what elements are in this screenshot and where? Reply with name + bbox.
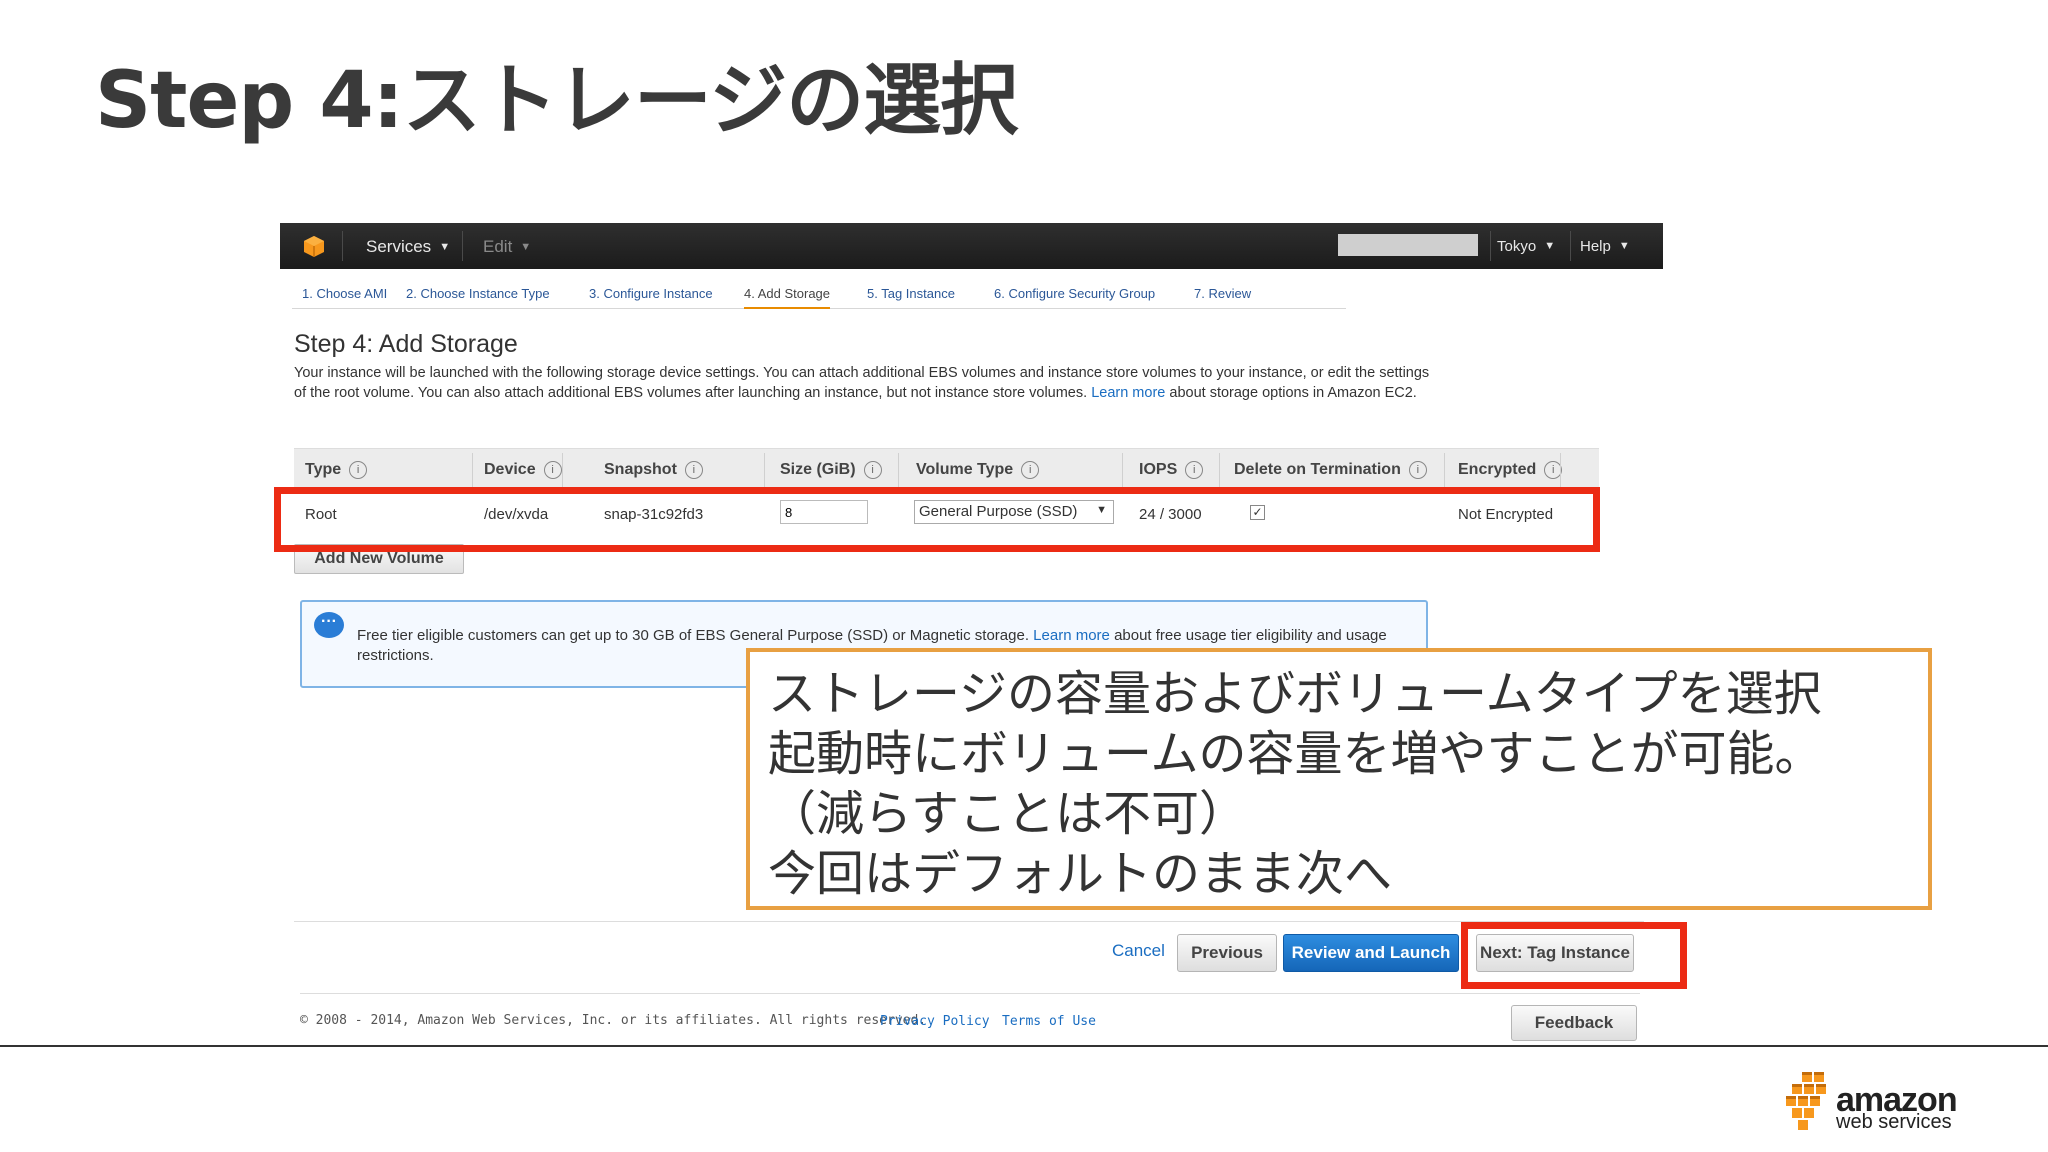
next-button-highlight-box bbox=[1461, 922, 1687, 989]
header-iops: IOPS i bbox=[1139, 461, 1204, 479]
info-icon[interactable]: i bbox=[1185, 461, 1204, 479]
tab-choose-instance-type[interactable]: 2. Choose Instance Type bbox=[406, 286, 550, 301]
header-label: Encrypted bbox=[1458, 461, 1537, 478]
column-divider bbox=[1560, 453, 1561, 487]
tab-tag-instance[interactable]: 5. Tag Instance bbox=[867, 286, 955, 301]
header-label: Type bbox=[305, 461, 342, 478]
help-label: Help bbox=[1580, 238, 1611, 255]
services-menu[interactable]: Services ▼ bbox=[366, 237, 450, 257]
chevron-down-icon: ▼ bbox=[1618, 240, 1630, 252]
nav-divider bbox=[1570, 231, 1571, 261]
header-label: Volume Type bbox=[916, 461, 1014, 478]
divider bbox=[294, 921, 1644, 922]
header-label: IOPS bbox=[1139, 461, 1178, 478]
terms-of-use-link[interactable]: Terms of Use bbox=[1002, 1014, 1096, 1029]
header-label: Device bbox=[484, 461, 536, 478]
row-highlight-box bbox=[274, 487, 1600, 552]
learn-more-link[interactable]: Learn more bbox=[1091, 385, 1165, 401]
region-label: Tokyo bbox=[1497, 238, 1537, 255]
intro-paragraph: Your instance will be launched with the … bbox=[294, 363, 1434, 403]
review-and-launch-button[interactable]: Review and Launch bbox=[1283, 934, 1459, 972]
column-divider bbox=[1444, 453, 1445, 487]
aws-logo: amazon web services bbox=[1786, 1068, 1966, 1132]
header-encrypted: Encrypted i bbox=[1458, 461, 1563, 479]
chevron-down-icon: ▼ bbox=[439, 241, 451, 253]
privacy-policy-link[interactable]: Privacy Policy bbox=[880, 1014, 990, 1029]
previous-button[interactable]: Previous bbox=[1177, 934, 1277, 972]
notice-learn-more-link[interactable]: Learn more bbox=[1033, 627, 1110, 644]
tab-add-storage[interactable]: 4. Add Storage bbox=[744, 286, 831, 309]
callout-line: 今回はデフォルトのまま次へ bbox=[768, 846, 1393, 902]
edit-menu[interactable]: Edit ▼ bbox=[483, 237, 531, 257]
info-icon[interactable]: i bbox=[1408, 461, 1427, 479]
region-menu[interactable]: Tokyo ▼ bbox=[1497, 238, 1555, 255]
column-divider bbox=[898, 453, 899, 487]
header-type: Type i bbox=[305, 461, 368, 479]
column-divider bbox=[764, 453, 765, 487]
info-icon[interactable]: i bbox=[543, 461, 562, 479]
page-heading: Step 4: Add Storage bbox=[294, 330, 518, 358]
aws-logo-sub: web services bbox=[1836, 1111, 1952, 1133]
account-name-redacted[interactable] bbox=[1338, 234, 1478, 256]
aws-cube-icon[interactable] bbox=[302, 234, 326, 258]
chevron-down-icon: ▼ bbox=[520, 241, 532, 253]
info-icon[interactable]: i bbox=[684, 461, 703, 479]
header-device: Device i bbox=[484, 461, 562, 479]
tab-choose-ami[interactable]: 1. Choose AMI bbox=[302, 286, 387, 301]
notice-body: Free tier eligible customers can get up … bbox=[357, 627, 1029, 644]
column-divider bbox=[1122, 453, 1123, 487]
edit-label: Edit bbox=[483, 237, 513, 256]
info-icon[interactable]: i bbox=[1021, 461, 1040, 479]
aws-console-screenshot: Services ▼ Edit ▼ Tokyo ▼ Help ▼ 1. Choose A… bbox=[280, 223, 1663, 1043]
nav-divider bbox=[342, 231, 343, 261]
aws-cubes-icon bbox=[1786, 1072, 1826, 1130]
header-volume-type: Volume Type i bbox=[916, 461, 1040, 479]
callout-line: ストレージの容量およびボリュームタイプを選択 bbox=[768, 666, 1822, 722]
tab-review[interactable]: 7. Review bbox=[1194, 286, 1251, 301]
nav-divider bbox=[462, 231, 463, 261]
copyright-text: © 2008 - 2014, Amazon Web Services, Inc.… bbox=[300, 1013, 927, 1028]
callout-line: 起動時にボリュームの容量を増やすことが可能。 bbox=[768, 726, 1823, 782]
slide-title: Step 4:ストレージの選択 bbox=[95, 56, 1018, 146]
header-label: Delete on Termination bbox=[1234, 461, 1401, 478]
wizard-steps: 1. Choose AMI 2. Choose Instance Type 3.… bbox=[292, 275, 1346, 309]
intro-tail: about storage options in Amazon EC2. bbox=[1169, 385, 1417, 401]
column-divider bbox=[1219, 453, 1220, 487]
tab-configure-security-group[interactable]: 6. Configure Security Group bbox=[994, 286, 1155, 301]
divider bbox=[300, 993, 1640, 994]
info-icon[interactable]: i bbox=[349, 461, 368, 479]
header-delete-on-termination: Delete on Termination i bbox=[1234, 461, 1427, 479]
column-divider bbox=[562, 453, 563, 487]
speech-bubble-icon: ··· bbox=[314, 612, 344, 638]
info-icon[interactable]: i bbox=[863, 461, 882, 479]
top-navbar: Services ▼ Edit ▼ Tokyo ▼ Help ▼ bbox=[280, 223, 1663, 269]
table-header: Type i Device i Snapshot i Size (GiB) i Volu… bbox=[294, 448, 1599, 490]
column-divider bbox=[472, 453, 473, 487]
chevron-down-icon: ▼ bbox=[1544, 240, 1556, 252]
help-menu[interactable]: Help ▼ bbox=[1580, 238, 1630, 255]
header-label: Snapshot bbox=[604, 461, 677, 478]
header-size: Size (GiB) i bbox=[780, 461, 882, 479]
header-snapshot: Snapshot i bbox=[604, 461, 703, 479]
header-label: Size (GiB) bbox=[780, 461, 856, 478]
callout-line: （減らすことは不可） bbox=[768, 786, 1248, 842]
tab-configure-instance[interactable]: 3. Configure Instance bbox=[589, 286, 713, 301]
slide-footer-rule bbox=[0, 1045, 2048, 1047]
feedback-button[interactable]: Feedback bbox=[1511, 1005, 1637, 1041]
services-label: Services bbox=[366, 237, 432, 256]
annotation-callout: ストレージの容量およびボリュームタイプを選択 起動時にボリュームの容量を増やすこ… bbox=[746, 648, 1932, 910]
nav-divider bbox=[1490, 231, 1491, 261]
cancel-link[interactable]: Cancel bbox=[1112, 941, 1165, 961]
